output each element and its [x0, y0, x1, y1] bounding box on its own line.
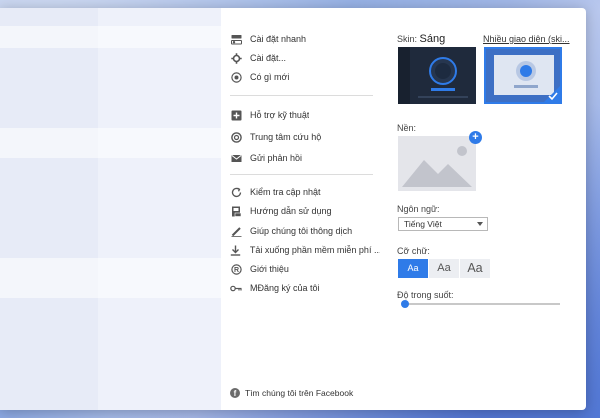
facebook-icon: f: [230, 388, 240, 398]
menu-item-label: Cài đặt...: [250, 53, 287, 63]
add-background-button[interactable]: +: [469, 131, 482, 144]
menu-item-tech-support[interactable]: Hỗ trợ kỹ thuật: [230, 106, 380, 124]
menu-divider: [230, 95, 373, 96]
menu-item-my-registration[interactable]: MĐăng ký của tôi: [230, 279, 380, 297]
menu-item-label: MĐăng ký của tôi: [250, 283, 320, 293]
svg-text:R: R: [233, 267, 238, 274]
font-size-large-button[interactable]: Aa: [460, 259, 490, 278]
menu-divider: [230, 174, 373, 175]
gear-icon: [230, 52, 242, 64]
mail-icon: [230, 152, 242, 164]
settings-window: Cài đặt nhanh Cài đặt... Có gì mới Hỗ tr…: [0, 8, 586, 410]
menu-item-label: Kiểm tra cập nhật: [250, 187, 321, 197]
facebook-link[interactable]: f Tìm chúng tôi trên Facebook: [230, 388, 353, 398]
language-label: Ngôn ngữ:: [397, 204, 440, 214]
light-skin-preview: [486, 49, 560, 102]
lifebuoy-icon: [230, 131, 242, 143]
menu-item-label: Gửi phản hồi: [250, 153, 303, 163]
menu-item-label: Giới thiệu: [250, 264, 289, 274]
background-label: Nền:: [397, 123, 417, 133]
menu-item-label: Trung tâm cứu hộ: [250, 132, 322, 142]
download-icon: [230, 244, 242, 256]
guide-icon: [230, 205, 242, 217]
blurred-row: [0, 26, 221, 48]
menu-item-label: Hỗ trợ kỹ thuật: [250, 110, 310, 120]
menu-item-label: Cài đặt nhanh: [250, 34, 307, 44]
blurred-sidebar: [0, 8, 98, 410]
skin-prefix: Skin:: [397, 34, 418, 44]
menu-item-about[interactable]: R Giới thiệu: [230, 260, 380, 278]
skin-thumbnail-dark[interactable]: [398, 47, 476, 104]
blurred-row: [0, 128, 221, 158]
skin-thumbnail-light-selected[interactable]: [484, 47, 562, 104]
menu-item-label: Tải xuống phần mềm miễn phí ...: [249, 245, 380, 255]
menu-item-send-feedback[interactable]: Gửi phản hồi: [230, 149, 380, 167]
appearance-panel: Skin: Sáng Nhiều giao diện (ski... Nền: …: [397, 8, 577, 410]
menu-item-label: Hướng dẫn sử dụng: [250, 206, 332, 216]
key-icon: [230, 282, 242, 294]
background-image-placeholder[interactable]: [398, 136, 476, 191]
pencil-icon: [230, 225, 242, 237]
font-size-small-button[interactable]: Aa: [398, 259, 428, 278]
more-skins-link[interactable]: Nhiều giao diện (ski...: [483, 34, 570, 44]
blurred-app-pane: [0, 8, 221, 410]
font-size-medium-button[interactable]: Aa: [429, 259, 459, 278]
menu-item-settings[interactable]: Cài đặt...: [230, 49, 380, 67]
settings-menu: Cài đặt nhanh Cài đặt... Có gì mới Hỗ tr…: [230, 8, 380, 410]
whats-new-icon: [230, 71, 242, 83]
menu-item-download-free[interactable]: Tải xuống phần mềm miễn phí ...: [230, 241, 380, 259]
dark-skin-preview: [398, 47, 476, 104]
opacity-label: Độ trong suốt:: [397, 290, 454, 300]
menu-item-whats-new[interactable]: Có gì mới: [230, 68, 380, 86]
menu-item-quick-settings[interactable]: Cài đặt nhanh: [230, 30, 380, 48]
menu-item-rescue-center[interactable]: Trung tâm cứu hộ: [230, 128, 380, 146]
font-size-label: Cỡ chữ:: [397, 246, 430, 256]
skin-label: Skin: Sáng: [397, 33, 445, 45]
menu-item-help-translate[interactable]: Giúp chúng tôi thông dịch: [230, 222, 380, 240]
refresh-icon: [230, 186, 242, 198]
skin-value: Sáng: [419, 33, 446, 45]
chevron-down-icon: [477, 222, 483, 226]
opacity-slider-track[interactable]: [402, 303, 560, 305]
about-icon: R: [230, 263, 242, 275]
support-icon: [230, 109, 242, 121]
language-select[interactable]: Tiếng Việt: [398, 217, 488, 231]
menu-item-check-updates[interactable]: Kiểm tra cập nhật: [230, 183, 380, 201]
language-select-value: Tiếng Việt: [404, 219, 442, 229]
facebook-link-label: Tìm chúng tôi trên Facebook: [245, 388, 354, 398]
menu-item-label: Có gì mới: [250, 72, 290, 82]
opacity-slider-handle[interactable]: [401, 300, 410, 308]
image-placeholder-icon: [398, 136, 476, 191]
blurred-row: [0, 258, 221, 298]
menu-item-user-guide[interactable]: Hướng dẫn sử dụng: [230, 202, 380, 220]
menu-item-label: Giúp chúng tôi thông dịch: [250, 226, 353, 236]
quick-settings-icon: [230, 33, 242, 45]
